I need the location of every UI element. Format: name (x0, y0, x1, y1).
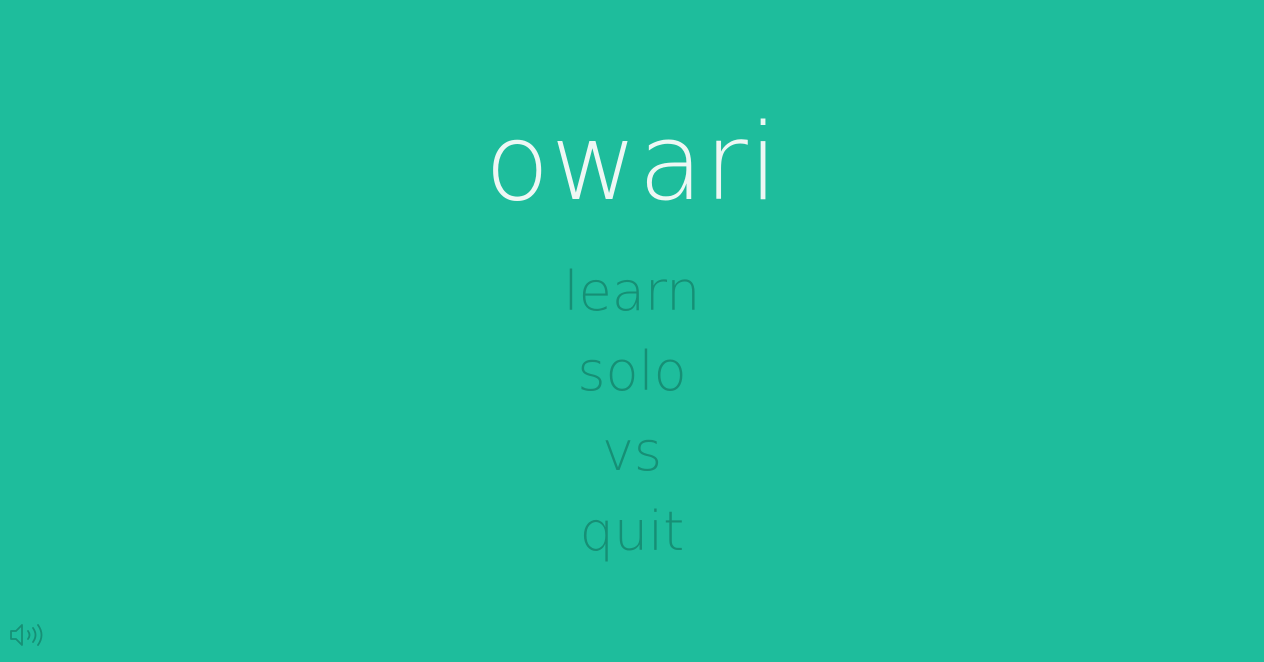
menu-item-vs[interactable]: vs (0, 416, 1264, 496)
speaker-icon (10, 624, 43, 646)
menu-item-learn[interactable]: learn (0, 256, 1264, 336)
sound-toggle-button[interactable] (8, 620, 46, 650)
menu-item-solo[interactable]: solo (0, 336, 1264, 416)
game-title: owari (484, 101, 780, 224)
menu-item-quit[interactable]: quit (0, 496, 1264, 576)
main-menu: learn solo vs quit (0, 256, 1264, 576)
